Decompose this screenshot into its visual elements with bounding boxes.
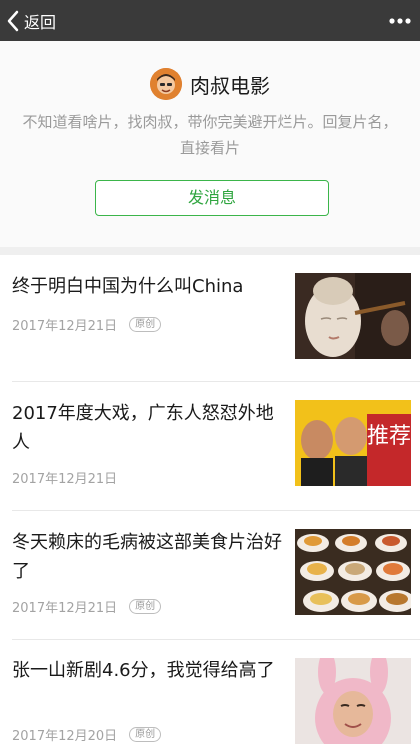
list-item[interactable]: 2017年度大戏，广东人怒怼外地人 2017年12月21日 推荐 — [0, 382, 420, 510]
list-item[interactable]: 终于明白中国为什么叫China 2017年12月21日 原创 — [0, 255, 420, 381]
account-name: 肉叔电影 — [190, 73, 270, 98]
back-label: 返回 — [24, 12, 57, 32]
section-divider — [0, 247, 420, 255]
article-meta: 2017年12月20日 原创 — [12, 725, 162, 744]
article-date: 2017年12月21日 — [12, 319, 118, 334]
article-meta: 2017年12月21日 原创 — [12, 315, 162, 334]
avatar — [150, 68, 182, 100]
list-item[interactable]: 张一山新剧4.6分，我觉得给高了 2017年12月20日 原创 — [0, 640, 420, 744]
article-title: 2017年度大戏，广东人怒怼外地人 — [12, 403, 274, 453]
article-title: 张一山新剧4.6分，我觉得给高了 — [12, 660, 275, 681]
dim-sum-plates-image — [295, 529, 411, 615]
article-date: 2017年12月21日 — [12, 601, 118, 616]
original-badge: 原创 — [129, 599, 162, 614]
recommend-poster-image: 推荐 — [295, 400, 411, 486]
back-button[interactable]: 返回 — [6, 0, 56, 41]
account-profile: 肉叔电影 不知道看啥片，找肉叔，带你完美避开烂片。回复片名，直接看片 发消息 — [0, 41, 420, 247]
article-title: 终于明白中国为什么叫China — [12, 276, 244, 297]
account-brand: 肉叔电影 — [0, 68, 420, 100]
send-message-button[interactable]: 发消息 — [95, 180, 329, 216]
account-description: 不知道看啥片，找肉叔，带你完美避开烂片。回复片名，直接看片 — [22, 113, 398, 157]
original-badge: 原创 — [129, 317, 162, 332]
original-badge: 原创 — [129, 727, 162, 742]
article-date: 2017年12月21日 — [12, 472, 118, 487]
article-date: 2017年12月20日 — [12, 729, 118, 744]
pink-bunny-costume-image — [295, 658, 411, 744]
buddha-statue-image — [295, 273, 411, 359]
more-dots-icon[interactable] — [388, 0, 412, 41]
top-bar: 返回 — [0, 0, 420, 41]
recommend-label: 推荐 — [367, 424, 411, 449]
list-item[interactable]: 冬天赖床的毛病被这部美食片治好了 2017年12月21日 原创 — [0, 511, 420, 639]
article-meta: 2017年12月21日 — [12, 468, 117, 487]
article-title: 冬天赖床的毛病被这部美食片治好了 — [12, 532, 282, 582]
chevron-left-icon — [6, 10, 20, 32]
article-meta: 2017年12月21日 原创 — [12, 597, 162, 616]
